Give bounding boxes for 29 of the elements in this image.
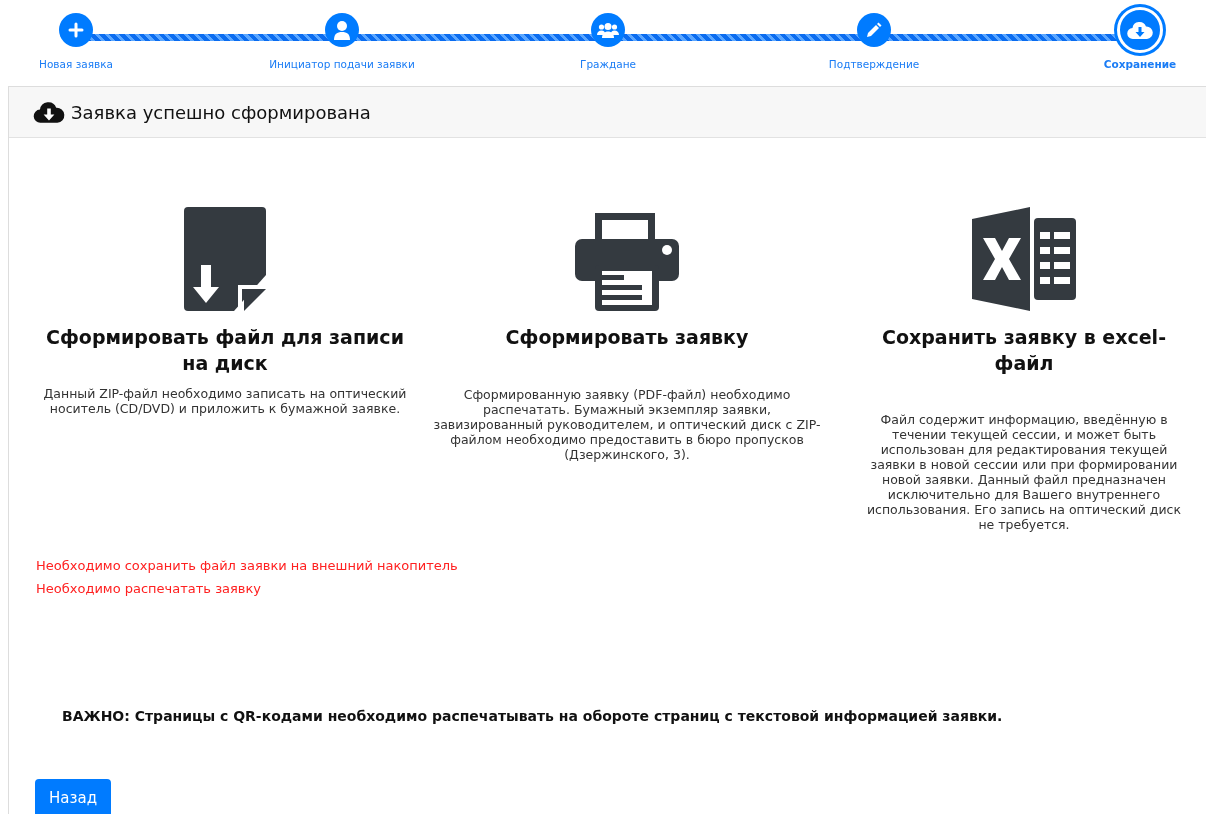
spreadsheet-icon[interactable]: [972, 207, 1076, 311]
step-circle[interactable]: [325, 13, 359, 47]
option-description: Файл содержит информацию, введённую в течении текущей сессии, и может быть использован для редактирования текущей заявки в новой сессии или при формировании новой заявки. Данный файл предназначен исключительно для Вашего внутреннего использования. Его запись на оптический диск не требуется.: [865, 412, 1183, 533]
user-icon: [333, 20, 351, 40]
back-button[interactable]: Назад: [35, 779, 111, 814]
step-label[interactable]: Подтверждение: [828, 58, 920, 70]
option-title: Сформировать файл для записи на диск: [45, 325, 405, 376]
option-description: Сформированную заявку (PDF-файл) необходимо распечатать. Бумажный экземпляр заявки, завизированный руководителем, и оптический диск с ZIP-файлом необходимо предоставить в бюро пропусков (Дзержинского, 3).: [432, 386, 822, 462]
step-circle[interactable]: [857, 13, 891, 47]
option-description: Данный ZIP-файл необходимо записать на оптический носитель (CD/DVD) и приложить к бумажной заявке.: [42, 386, 408, 417]
important-notice: ВАЖНО: Страницы с QR-кодами необходимо распечатывать на обороте страниц с текстовой информацией заявки.: [62, 708, 1004, 726]
step-label[interactable]: Новая заявка: [39, 58, 113, 70]
cloud-download-icon: [1127, 20, 1153, 40]
users-icon: [597, 22, 619, 38]
cloud-download-icon: [33, 100, 65, 124]
warning-message: Необходимо распечатать заявку: [36, 580, 263, 599]
step-circle[interactable]: [59, 13, 93, 47]
plus-icon: [68, 22, 84, 38]
file-download-icon[interactable]: [184, 207, 266, 311]
option-title: Сохранить заявку в excel-файл: [880, 325, 1168, 376]
warning-message: Необходимо сохранить файл заявки на внешний накопитель: [36, 557, 459, 576]
pencil-icon: [866, 22, 882, 38]
step-label[interactable]: Инициатор подачи заявки: [269, 58, 415, 70]
step-label[interactable]: Граждане: [580, 58, 636, 70]
step-circle[interactable]: [1117, 7, 1163, 53]
step-label[interactable]: Сохранение: [1103, 58, 1177, 70]
card-title: Заявка успешно сформирована: [71, 101, 371, 123]
step-circle[interactable]: [591, 13, 625, 47]
option-title: Сформировать заявку: [505, 325, 749, 350]
